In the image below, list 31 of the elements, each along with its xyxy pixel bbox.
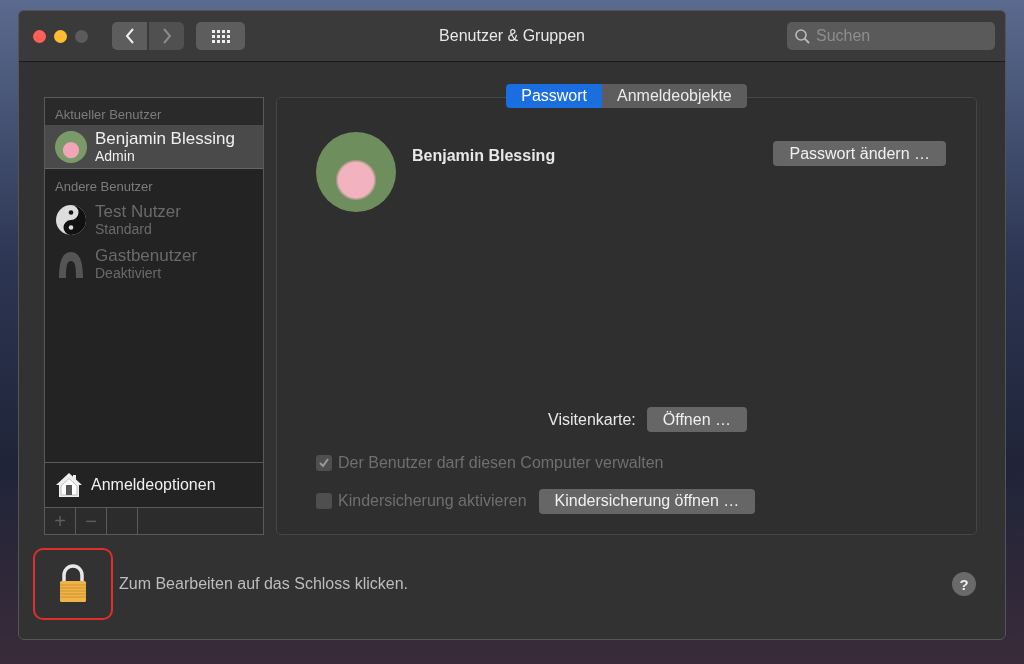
help-button[interactable]: ? — [952, 572, 976, 596]
house-icon — [55, 471, 83, 499]
lock-button[interactable] — [58, 564, 88, 604]
user-role: Admin — [95, 147, 136, 165]
user-name: Benjamin Blessing — [95, 128, 235, 148]
yin-yang-icon — [55, 204, 87, 236]
checkmark-icon — [318, 457, 330, 469]
user-list-item[interactable]: Benjamin Blessing Admin — [45, 125, 263, 169]
close-button[interactable] — [33, 29, 46, 43]
business-card-label: Visitenkarte: — [548, 410, 636, 429]
chevron-right-icon — [161, 28, 172, 44]
show-all-button[interactable] — [196, 22, 245, 50]
tab[interactable]: Anmeldeobjekte — [602, 84, 747, 108]
lock-message: Zum Bearbeiten auf das Schloss klicken. — [119, 575, 409, 593]
chevron-left-icon — [124, 28, 135, 44]
user-role: Deaktiviert — [95, 265, 163, 282]
user-name: Gastbenutzer — [95, 246, 198, 265]
login-options-label: Anmeldeoptionen — [91, 476, 216, 494]
window-title: Benutzer & Gruppen — [439, 27, 585, 45]
section-heading: Aktueller Benutzer — [45, 98, 263, 125]
avatar-photo — [55, 130, 87, 163]
user-name: Benjamin Blessing — [412, 147, 556, 165]
change-password-button[interactable]: Passwort ändern … — [773, 141, 946, 166]
user-role: Standard — [95, 221, 153, 238]
minimize-button[interactable] — [54, 29, 67, 43]
open-button[interactable]: Öffnen … — [646, 407, 747, 432]
tab[interactable]: Passwort — [506, 84, 602, 108]
back-button[interactable] — [112, 22, 147, 50]
grid-icon — [211, 29, 230, 43]
section-heading: Andere Benutzer — [54, 178, 154, 196]
user-name: Test Nutzer — [95, 202, 181, 221]
